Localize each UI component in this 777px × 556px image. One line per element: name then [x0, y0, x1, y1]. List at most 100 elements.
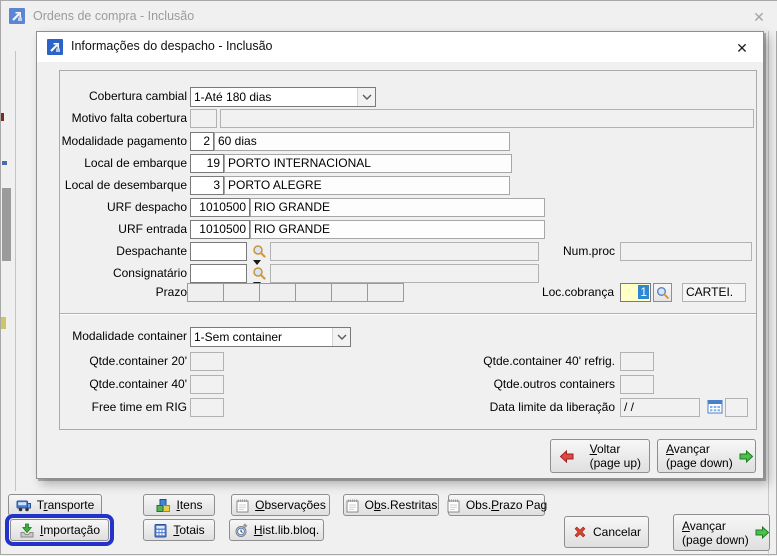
voltar-button[interactable]: Voltar (page up) — [550, 439, 650, 473]
section-separator — [60, 313, 756, 315]
dialog-close-icon[interactable]: ✕ — [731, 38, 753, 58]
prazo-field-1[interactable] — [187, 283, 224, 302]
button-label: Totais — [173, 523, 205, 537]
arrow-right-icon — [754, 525, 770, 540]
modalidade-pagamento-code-field[interactable]: 2 — [190, 132, 214, 151]
motivo-falta-desc-field[interactable] — [220, 109, 754, 128]
importacao-button[interactable]: Importação — [5, 514, 114, 546]
prazo-field-5[interactable] — [331, 283, 368, 302]
despacho-dialog: Informações do despacho - Inclusão ✕ Cob… — [36, 31, 764, 479]
local-desembarque-label: Local de desembarque — [64, 178, 187, 192]
button-label: Obs.Prazo Pag — [465, 498, 548, 512]
qtde-outros-containers-field[interactable] — [620, 375, 654, 394]
loc-cobranca-code-field[interactable]: 1 — [620, 283, 651, 302]
itens-button[interactable]: Itens — [143, 494, 215, 516]
hist-lib-bloq-button[interactable]: Hist.lib.bloq. — [229, 519, 324, 541]
background-window-artifact — [2, 188, 11, 261]
avancar-page-button[interactable]: Avançar (page down) — [673, 514, 770, 551]
button-label: Importação — [39, 523, 101, 537]
consignatario-search-icon[interactable] — [251, 265, 267, 281]
data-limite-label: Data limite da liberação — [489, 400, 615, 414]
urf-entrada-label: URF entrada — [118, 222, 187, 236]
prazo-field-4[interactable] — [295, 283, 332, 302]
prazo-field-2[interactable] — [223, 283, 260, 302]
urf-entrada-desc-field[interactable]: RIO GRANDE — [250, 220, 545, 239]
consignatario-label: Consignatário — [112, 266, 187, 280]
outer-window-titlebar: Ordens de compra - Inclusão ✕ — [1, 1, 777, 31]
notepad-icon — [235, 498, 250, 513]
cobertura-cambial-select[interactable]: 1-Até 180 dias — [190, 87, 376, 107]
urf-entrada-code-field[interactable]: 1010500 — [190, 220, 250, 239]
despachante-search-icon[interactable] — [251, 243, 267, 259]
local-embarque-desc-field[interactable]: PORTO INTERNACIONAL — [224, 154, 512, 173]
urf-despacho-label: URF despacho — [106, 200, 187, 214]
data-limite-field[interactable]: / / — [620, 398, 700, 417]
loc-cobranca-label: Loc.cobrança — [541, 285, 614, 299]
modalidade-container-select[interactable]: 1-Sem container — [190, 327, 351, 347]
notepad-icon — [446, 498, 461, 513]
local-desembarque-code-field[interactable]: 3 — [190, 176, 224, 195]
button-label: Avançar (page down) — [682, 518, 749, 547]
qtde-container-20-field[interactable] — [190, 352, 224, 371]
button-label: Voltar (page up) — [589, 442, 641, 470]
dialog-titlebar: Informações do despacho - Inclusão ✕ — [37, 32, 763, 62]
dialog-title: Informações do despacho - Inclusão — [71, 39, 273, 53]
cancelar-button[interactable]: Cancelar — [564, 516, 649, 548]
button-label: Hist.lib.bloq. — [253, 523, 320, 537]
import-icon — [19, 523, 35, 538]
avancar-dialog-button[interactable]: Avançar (page down) — [657, 439, 756, 473]
totais-button[interactable]: Totais — [143, 519, 215, 541]
cubes-icon — [155, 498, 171, 513]
consignatario-desc-field[interactable] — [270, 264, 539, 283]
loc-cobranca-search-button[interactable] — [653, 283, 672, 302]
calculator-icon — [153, 523, 168, 538]
cobertura-cambial-label: Cobertura cambial — [88, 89, 187, 103]
transporte-button[interactable]: Transporte — [8, 494, 102, 516]
obs-restritas-button[interactable]: Obs.Restritas — [343, 494, 439, 516]
cancel-x-icon — [572, 524, 588, 540]
prazo-label: Prazo — [155, 285, 187, 299]
motivo-falta-code-field[interactable] — [190, 109, 217, 128]
local-embarque-code-field[interactable]: 19 — [190, 154, 224, 173]
calendar-icon[interactable] — [707, 399, 723, 414]
urf-despacho-desc-field[interactable]: RIO GRANDE — [250, 198, 545, 217]
loc-cobranca-desc-field[interactable]: CARTEI. — [682, 283, 746, 302]
num-proc-label: Num.proc — [562, 244, 615, 258]
observacoes-button[interactable]: Observações — [231, 494, 330, 516]
button-label: Observações — [255, 498, 326, 512]
prazo-field-3[interactable] — [259, 283, 296, 302]
outer-close-icon[interactable]: ✕ — [747, 7, 771, 27]
prazo-field-6[interactable] — [367, 283, 404, 302]
button-label: Cancelar — [592, 525, 642, 539]
button-label: Obs.Restritas — [364, 498, 438, 512]
button-label: Itens — [176, 498, 203, 512]
chevron-down-icon — [357, 88, 375, 106]
qtde-container-40-refrig-label: Qtde.container 40' refrig. — [483, 354, 615, 368]
modalidade-pagamento-label: Modalidade pagamento — [61, 134, 187, 148]
free-time-rig-field[interactable] — [190, 398, 224, 417]
selected-text: 1 — [638, 285, 649, 299]
background-window-artifact — [1, 113, 4, 121]
app-icon — [9, 8, 25, 24]
free-time-rig-label: Free time em RIG — [91, 400, 187, 414]
qtde-container-40-field[interactable] — [190, 375, 224, 394]
obs-prazo-pag-button[interactable]: Obs.Prazo Pag — [446, 494, 548, 516]
despachante-code-field[interactable] — [190, 242, 247, 261]
outer-window-title: Ordens de compra - Inclusão — [33, 9, 195, 23]
notepad-icon — [345, 498, 360, 513]
urf-despacho-code-field[interactable]: 1010500 — [190, 198, 250, 217]
qtde-container-40-refrig-field[interactable] — [620, 352, 654, 371]
chevron-down-icon — [332, 328, 350, 346]
background-window-edge — [15, 51, 16, 491]
num-proc-field[interactable] — [620, 242, 752, 261]
local-desembarque-desc-field[interactable]: PORTO ALEGRE — [224, 176, 510, 195]
arrow-left-icon — [559, 449, 575, 464]
modalidade-pagamento-desc-field[interactable]: 60 dias — [214, 132, 510, 151]
clock-icon — [234, 522, 249, 538]
consignatario-code-field[interactable] — [190, 264, 247, 283]
data-limite-extra-field[interactable] — [725, 398, 748, 417]
qtde-container-20-label: Qtde.container 20' — [89, 354, 187, 368]
button-label: Transporte — [36, 498, 95, 512]
background-window-artifact — [1, 317, 6, 329]
qtde-outros-containers-label: Qtde.outros containers — [493, 377, 615, 391]
